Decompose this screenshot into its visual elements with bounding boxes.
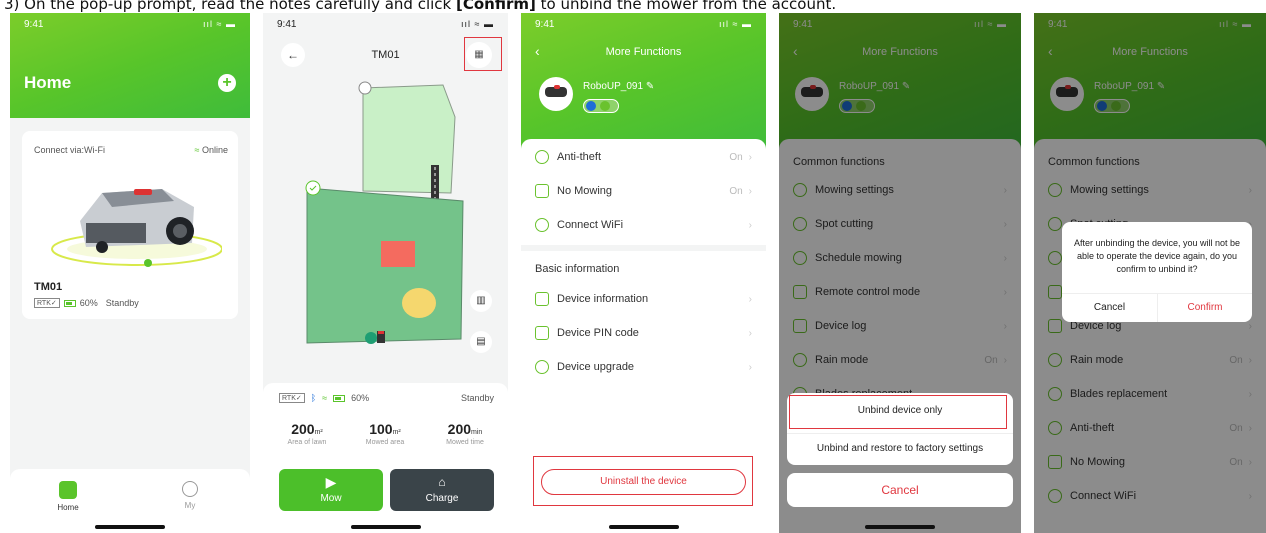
home-indicator	[95, 525, 165, 529]
screen-title: More Functions	[605, 46, 682, 58]
rtk-badge: RTK✓	[34, 298, 60, 308]
wifi-icon: ≈	[194, 145, 200, 155]
no-mowing-row[interactable]: No Mowing On ›	[521, 174, 766, 208]
pin-icon	[535, 326, 549, 340]
dialog-message: After unbinding the device, you will not…	[1073, 238, 1241, 274]
tab-home[interactable]: Home	[48, 481, 88, 512]
unbind-restore-option[interactable]: Unbind and restore to factory settings	[787, 435, 1013, 463]
bottom-tab-bar	[10, 469, 250, 533]
battery-icon	[63, 299, 76, 307]
device-state: Standby	[105, 298, 139, 308]
highlight-more-button	[464, 37, 502, 71]
map-view-icon[interactable]: ▤	[470, 331, 492, 353]
online-status: ≈ Online	[194, 145, 228, 155]
device-name: TM01	[34, 281, 63, 293]
charge-button[interactable]: ⌂ Charge	[390, 469, 494, 511]
stat-mowed-time: 200min Mowed time	[446, 421, 484, 446]
battery-level: 60%	[351, 393, 370, 403]
map-layers-icon[interactable]: ▥	[470, 290, 492, 312]
sheet-divider	[787, 433, 1013, 434]
device-name: RoboUP_091 ✎	[583, 81, 655, 92]
charge-icon: ⌂	[438, 475, 446, 489]
device-state: Standby	[460, 393, 494, 403]
info-icon	[535, 292, 549, 306]
no-mow-icon	[535, 184, 549, 198]
connect-method: Connect via:Wi-Fi	[34, 145, 106, 155]
wifi-icon	[535, 218, 549, 232]
unbind-options-screen: 9:41 ııl ≈ ▬ ‹ More Functions RoboUP_091 …	[779, 13, 1021, 533]
highlight-unbind-only	[789, 395, 1007, 429]
uninstall-button[interactable]: Uninstall the device	[541, 469, 746, 495]
device-thumbnail	[539, 77, 573, 111]
profile-icon	[182, 481, 198, 497]
device-status-line: RTK✓ 60% Standby	[34, 298, 139, 308]
home-indicator	[608, 525, 679, 529]
bluetooth-icon	[586, 101, 596, 111]
add-device-button[interactable]: +	[218, 74, 236, 92]
cloud-icon	[535, 360, 549, 374]
lawn-map	[305, 81, 464, 344]
section-divider	[521, 245, 766, 251]
mower-image	[51, 189, 222, 267]
map-screen: 9:41 ııl ≈ ▬ ← TM01 ▦ ▥ ▤ RTK✓ ᛒ ≈ 60% St…	[263, 13, 508, 533]
device-status-line: RTK✓ ᛒ ≈ 60% Standby	[279, 393, 494, 403]
status-bar: 9:41 ııl ≈ ▬	[24, 19, 236, 30]
more-functions-screen: 9:41 ııl ≈ ▬ ‹ More Functions RoboUP_091 …	[521, 13, 766, 533]
connection-badges	[583, 99, 619, 113]
wifi-icon: ≈	[322, 393, 328, 403]
bluetooth-icon: ᛒ	[310, 393, 317, 403]
edit-icon[interactable]: ✎	[646, 81, 654, 92]
shield-icon	[535, 150, 549, 164]
connect-wifi-row[interactable]: Connect WiFi ›	[521, 208, 766, 242]
home-screen: 9:41 ııl ≈ ▬ Home + Connect via:Wi-Fi ≈ O…	[10, 13, 250, 533]
stat-mowed-area: 100m² Mowed area	[365, 421, 405, 446]
device-pin-code-row[interactable]: Device PIN code ›	[521, 316, 766, 350]
tab-my[interactable]: My	[170, 481, 210, 510]
device-upgrade-row[interactable]: Device upgrade ›	[521, 350, 766, 384]
page-title: Home	[24, 73, 72, 92]
stat-area-of-lawn: 200m² Area of lawn	[287, 421, 327, 446]
rtk-badge: RTK✓	[279, 393, 305, 403]
dialog-confirm-button[interactable]: Confirm	[1158, 295, 1252, 321]
basic-information-title: Basic information	[535, 263, 620, 275]
home-indicator	[350, 525, 421, 529]
status-bar: 9:41 ııl ≈ ▬	[277, 19, 494, 30]
instruction-caption: 3) On the pop-up prompt, read the notes …	[4, 0, 837, 13]
home-icon	[59, 481, 77, 499]
wifi-icon	[600, 101, 610, 111]
confirm-unbind-screen: 9:41 ııl ≈ ▬ ‹ More Functions RoboUP_091 …	[1034, 13, 1266, 533]
mow-button[interactable]: ▶ Mow	[279, 469, 383, 511]
device-information-row[interactable]: Device information ›	[521, 282, 766, 316]
anti-theft-row[interactable]: Anti-theft On ›	[521, 140, 766, 174]
dialog-cancel-button[interactable]: Cancel	[1062, 295, 1157, 321]
status-bar: 9:41 ııl ≈ ▬	[535, 19, 752, 30]
home-indicator	[865, 525, 935, 529]
sheet-cancel-button[interactable]: Cancel	[787, 473, 1013, 507]
battery-level: 60%	[79, 298, 98, 308]
device-card[interactable]: Connect via:Wi-Fi ≈ Online TM01 RTK✓ 60%…	[22, 131, 238, 319]
battery-icon	[333, 394, 346, 402]
play-icon: ▶	[325, 474, 337, 490]
